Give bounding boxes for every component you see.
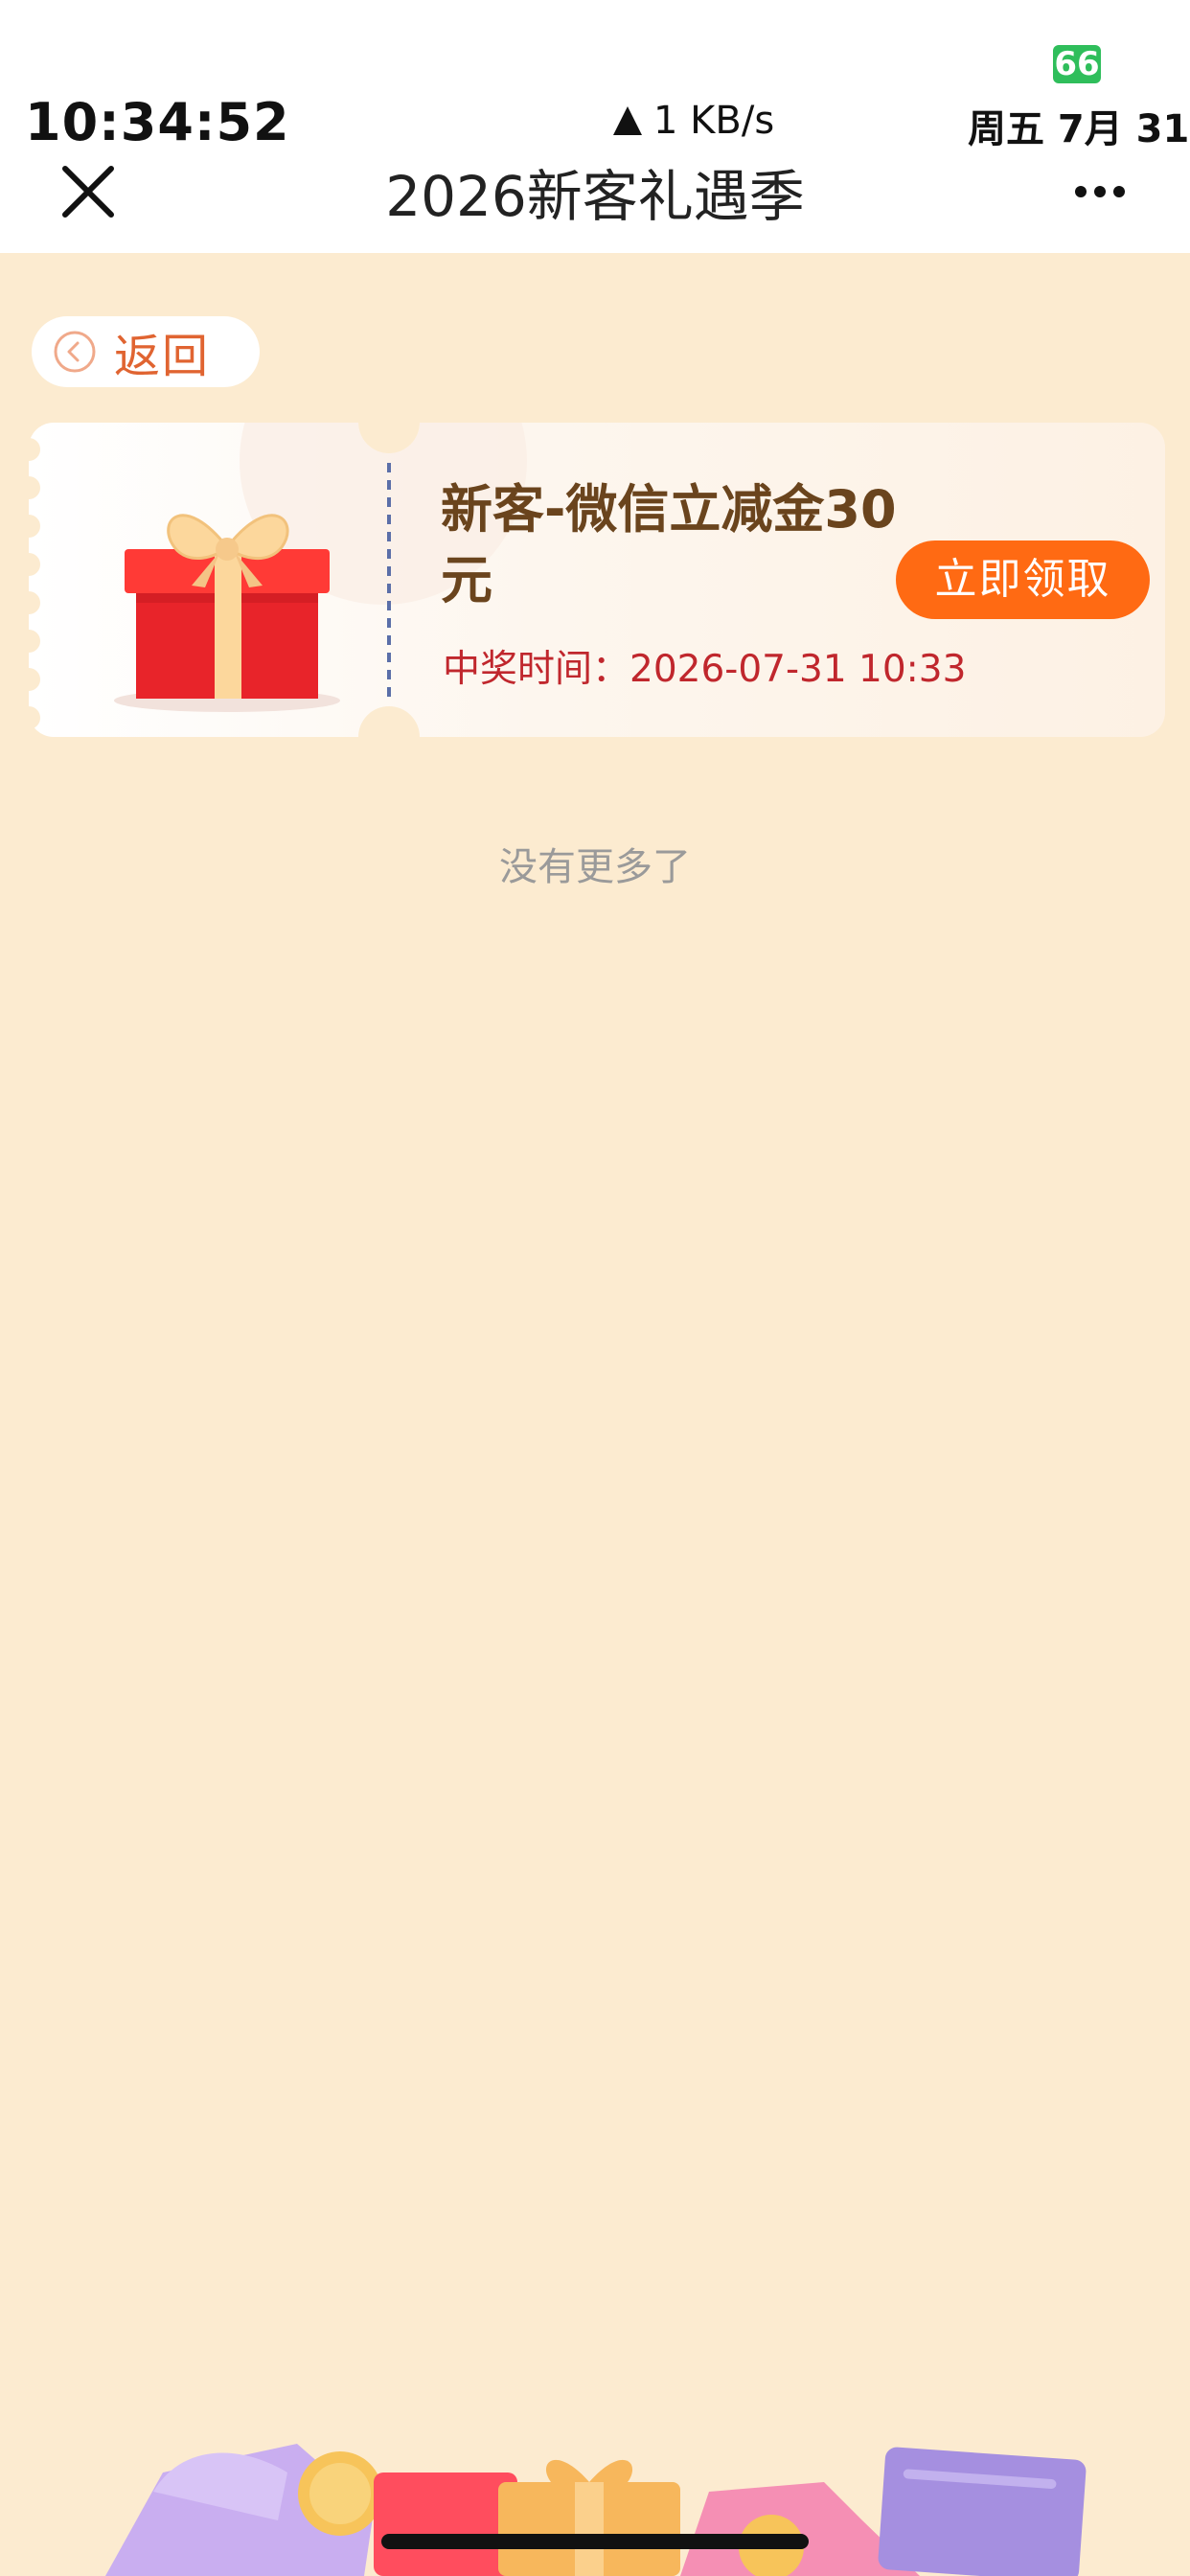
back-button[interactable]: 返回 <box>32 316 260 387</box>
chevron-left-circle-icon <box>54 331 96 373</box>
status-time: 10:34:52 <box>25 92 290 152</box>
network-speed-text: 1 KB/s <box>653 99 775 143</box>
list-end-text: 没有更多了 <box>499 845 691 889</box>
coupon-title: 新客-微信立减金30元 <box>441 479 897 610</box>
bottom-decoration-image <box>105 2444 1087 2576</box>
battery-indicator: 66 <box>1053 45 1101 83</box>
gift-box-image <box>114 514 340 712</box>
award-time: 中奖时间：2026-07-31 10:33 <box>443 648 967 691</box>
status-date: 周五 7月 31 <box>968 107 1190 151</box>
network-speed: 1 KB/s <box>613 99 774 143</box>
claim-button[interactable]: 立即领取 <box>896 540 1150 619</box>
home-indicator <box>381 2534 809 2549</box>
upload-arrow-icon <box>613 106 642 135</box>
page-title: 2026新客礼遇季 <box>385 164 805 229</box>
coupon-card: 新客-微信立减金30元 中奖时间：2026-07-31 10:33 立即领取 <box>29 423 1165 737</box>
more-icon[interactable] <box>1073 172 1127 211</box>
back-label: 返回 <box>114 330 211 383</box>
